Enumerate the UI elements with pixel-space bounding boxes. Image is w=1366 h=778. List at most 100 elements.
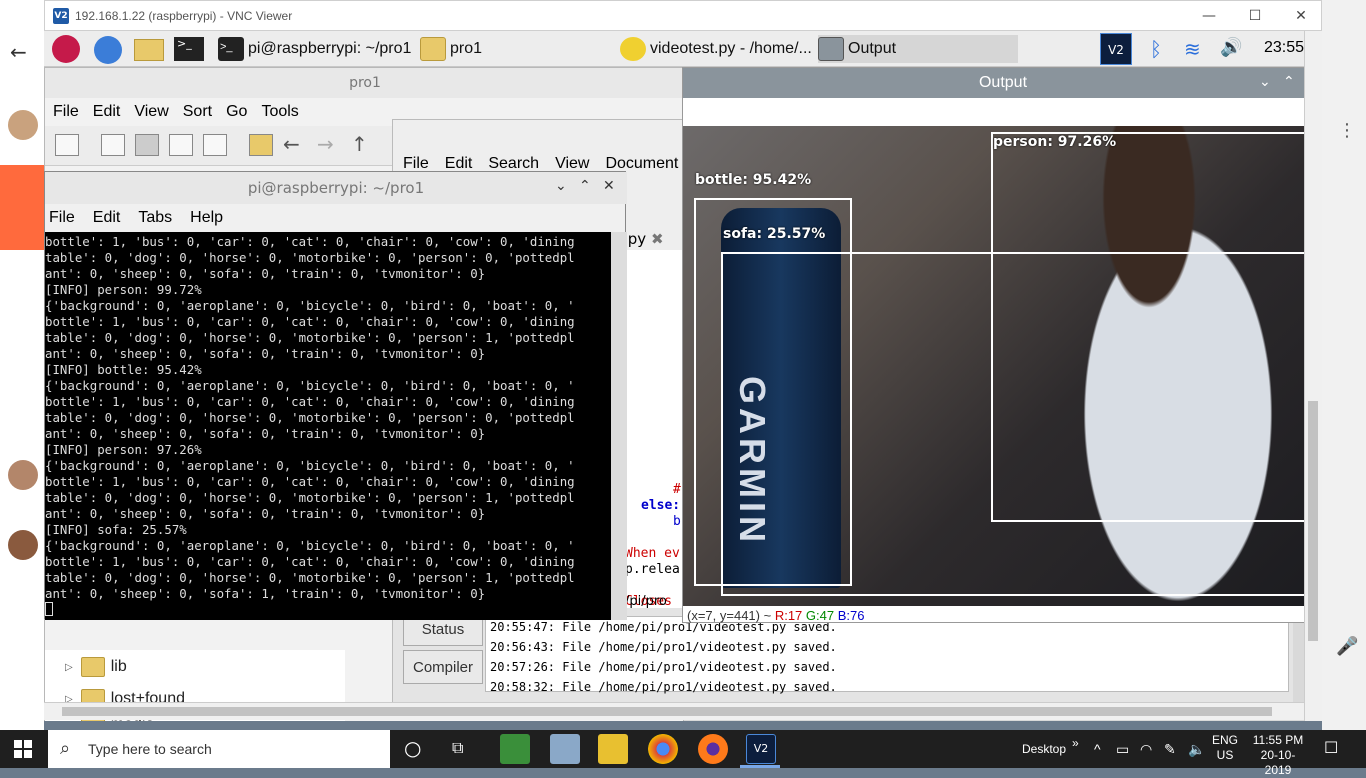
red-readout: R:17 bbox=[774, 608, 803, 623]
desktop-toolbar[interactable]: Desktop bbox=[1022, 730, 1066, 768]
avatar[interactable] bbox=[8, 460, 38, 490]
clock[interactable]: 11:55 PM 20-10-2019 bbox=[1250, 733, 1306, 778]
more-icon[interactable]: ⋮ bbox=[1338, 120, 1356, 141]
menu-go[interactable]: Go bbox=[226, 98, 247, 126]
close-button[interactable]: ✕ bbox=[1289, 6, 1313, 26]
host-browser-right: ⋮ 🎤 bbox=[1322, 0, 1366, 730]
network-app-icon[interactable] bbox=[550, 734, 580, 764]
file-explorer-icon[interactable] bbox=[598, 734, 628, 764]
vnc-viewer-icon[interactable]: V2 bbox=[746, 734, 776, 764]
code-fragment: p.relea bbox=[625, 562, 680, 577]
menu-view[interactable]: View bbox=[134, 98, 168, 126]
volume-tray-icon[interactable]: 🔈 bbox=[1188, 730, 1205, 768]
raspberry-menu-icon[interactable] bbox=[52, 35, 80, 63]
tray-up-icon[interactable]: ^ bbox=[1094, 730, 1101, 768]
vnc-horizontal-scrollbar[interactable] bbox=[44, 702, 1304, 720]
mic-icon[interactable]: 🎤 bbox=[1336, 636, 1358, 657]
sofa-box bbox=[721, 252, 1307, 596]
thumbnail-view-icon[interactable] bbox=[135, 134, 159, 156]
pi-desktop: >_ >_ pi@raspberrypi: ~/pro1 pro1 videot… bbox=[44, 31, 1322, 721]
expand-icon[interactable]: ▷ bbox=[65, 662, 73, 673]
browser-icon[interactable] bbox=[94, 36, 122, 64]
volume-icon[interactable]: 🔊 bbox=[1220, 37, 1242, 58]
chart-app-icon[interactable] bbox=[500, 734, 530, 764]
terminal-line: table': 0, 'dog': 0, 'horse': 0, 'motorb… bbox=[45, 250, 575, 265]
back-icon[interactable]: ← bbox=[283, 132, 300, 156]
terminal-window: pi@raspberrypi: ~/pro1 ⌄ ⌃ ✕ File Edit T… bbox=[44, 171, 627, 620]
close-icon[interactable]: ✕ bbox=[603, 178, 615, 194]
chevron-down-icon[interactable]: ⌄ bbox=[1259, 74, 1271, 90]
pi-taskbar: >_ >_ pi@raspberrypi: ~/pro1 pro1 videot… bbox=[44, 31, 1322, 67]
menu-help[interactable]: Help bbox=[190, 204, 223, 232]
menu-tools[interactable]: Tools bbox=[261, 98, 298, 126]
menu-file[interactable]: File bbox=[53, 98, 79, 126]
wifi-icon[interactable]: ≋ bbox=[1184, 37, 1201, 61]
terminal-line: {'background': 0, 'aeroplane': 0, 'bicyc… bbox=[45, 458, 575, 473]
region-code: US bbox=[1216, 748, 1234, 762]
taskbar-item-label: Output bbox=[848, 40, 897, 57]
menu-edit[interactable]: Edit bbox=[93, 204, 121, 232]
menu-tabs[interactable]: Tabs bbox=[138, 204, 172, 232]
notification-icon[interactable]: ☐ bbox=[1324, 738, 1338, 757]
terminal-line: bottle': 1, 'bus': 0, 'car': 0, 'cat': 0… bbox=[45, 474, 575, 489]
editor-tab[interactable]: .py ✖ bbox=[623, 230, 664, 248]
scroll-thumb[interactable] bbox=[62, 707, 1272, 716]
tree-item-lib[interactable]: ▷ lib bbox=[65, 652, 127, 682]
chrome-icon[interactable] bbox=[648, 734, 678, 764]
terminal-icon[interactable]: >_ bbox=[174, 37, 204, 61]
taskbar-item-terminal[interactable]: >_ pi@raspberrypi: ~/pro1 bbox=[218, 35, 411, 63]
terminal-line: ant': 0, 'sheep': 0, 'sofa': 0, 'train':… bbox=[45, 266, 486, 281]
taskbar-item-output[interactable]: Output bbox=[818, 35, 1018, 63]
forward-icon[interactable]: → bbox=[317, 132, 334, 156]
firefox-icon[interactable] bbox=[698, 734, 728, 764]
taskbar-item-pro1[interactable]: pro1 bbox=[420, 35, 482, 63]
new-window-icon[interactable] bbox=[55, 134, 79, 156]
search-box[interactable]: Type here to search bbox=[48, 730, 390, 768]
cortana-icon[interactable]: ○ bbox=[404, 736, 421, 760]
output-window: Output ⌄ ⌃ GARMIN person: 97.26% bottle:… bbox=[682, 67, 1322, 623]
menu-file[interactable]: File bbox=[49, 204, 75, 232]
avatar[interactable] bbox=[8, 110, 38, 140]
pen-icon[interactable]: ✎ bbox=[1164, 730, 1176, 768]
up-icon[interactable]: ↑ bbox=[351, 132, 368, 156]
blue-readout: B:76 bbox=[837, 608, 865, 623]
windows-start-icon[interactable] bbox=[14, 740, 32, 758]
terminal-line: table': 0, 'dog': 0, 'horse': 0, 'motorb… bbox=[45, 490, 575, 505]
wifi-tray-icon[interactable]: ◠ bbox=[1140, 730, 1152, 768]
minimize-button[interactable]: — bbox=[1197, 6, 1221, 26]
maximize-button[interactable]: ☐ bbox=[1243, 6, 1267, 26]
chevron-up-icon[interactable]: ⌃ bbox=[1283, 74, 1295, 90]
task-view-icon[interactable]: ⧉ bbox=[452, 738, 463, 758]
avatar[interactable] bbox=[8, 530, 38, 560]
chevron-up-icon[interactable]: ⌃ bbox=[579, 178, 591, 194]
vnc-title-bar: V2 192.168.1.22 (raspberrypi) - VNC View… bbox=[44, 0, 1322, 31]
icon-view-icon[interactable] bbox=[101, 134, 125, 156]
chevron-icon[interactable]: » bbox=[1072, 724, 1079, 762]
windows-taskbar: Type here to search ⌕ ○ ⧉ V2 Desktop » ^… bbox=[0, 730, 1366, 777]
terminal-scrollbar[interactable] bbox=[611, 232, 627, 620]
scroll-thumb[interactable] bbox=[1308, 401, 1318, 641]
chevron-down-icon[interactable]: ⌄ bbox=[555, 178, 567, 194]
path-fragment: /pi/pro bbox=[625, 594, 667, 609]
terminal-output[interactable]: bottle': 1, 'bus': 0, 'car': 0, 'cat': 0… bbox=[45, 232, 611, 620]
menu-sort[interactable]: Sort bbox=[183, 98, 212, 126]
vnc-vertical-scrollbar[interactable] bbox=[1304, 31, 1322, 721]
compact-view-icon[interactable] bbox=[169, 134, 193, 156]
file-manager-icon[interactable] bbox=[134, 39, 164, 61]
home-icon[interactable] bbox=[249, 134, 273, 156]
vnc-tray-icon[interactable]: V2 bbox=[1100, 33, 1132, 65]
battery-icon[interactable]: ▭ bbox=[1116, 730, 1129, 768]
back-arrow-icon[interactable]: ← bbox=[10, 40, 27, 64]
list-view-icon[interactable] bbox=[203, 134, 227, 156]
terminal-cursor bbox=[45, 602, 53, 616]
terminal-line: {'background': 0, 'aeroplane': 0, 'bicyc… bbox=[45, 298, 575, 313]
bluetooth-icon[interactable]: ᛒ bbox=[1150, 37, 1162, 61]
taskbar-item-geany[interactable]: videotest.py - /home/... bbox=[620, 35, 812, 63]
menu-edit[interactable]: Edit bbox=[93, 98, 121, 126]
taskbar-item-label: pi@raspberrypi: ~/pro1 bbox=[248, 40, 412, 57]
language-indicator[interactable]: ENG US bbox=[1212, 733, 1238, 763]
host-browser-left: ← bbox=[0, 0, 44, 730]
close-tab-icon[interactable]: ✖ bbox=[651, 230, 664, 248]
tab-compiler[interactable]: Compiler bbox=[403, 650, 483, 684]
geany-icon bbox=[620, 37, 646, 61]
